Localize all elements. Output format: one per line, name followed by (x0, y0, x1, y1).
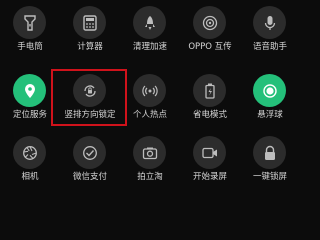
tile-label: 省电模式 (192, 110, 227, 120)
photo-search-icon (142, 145, 158, 161)
tile-flashlight[interactable]: 手电筒 (0, 0, 60, 66)
location-pin-icon (23, 83, 37, 99)
tile-camera[interactable]: 相机 (0, 132, 60, 198)
share-icon (202, 15, 218, 31)
rocket-icon (143, 15, 157, 31)
lock-icon (263, 145, 277, 161)
tile-label: 清理加速 (132, 42, 167, 52)
microphone-icon (263, 15, 277, 31)
quick-settings-grid: 手电筒 计算器 清理加速 OPPO 互传 语音助手 定位服务 竖排方向锁定 个人… (0, 0, 300, 200)
highlight-annotation (51, 69, 127, 126)
tile-oppo-share[interactable]: OPPO 互传 (180, 0, 240, 66)
battery-saver-icon (204, 83, 216, 99)
location-button[interactable] (13, 74, 46, 107)
hotspot-button[interactable] (133, 74, 166, 107)
floating-ball-icon (262, 83, 278, 99)
voice-assistant-button[interactable] (253, 6, 286, 39)
screen-record-icon (201, 146, 218, 160)
tile-label: 拍立淘 (137, 172, 163, 182)
tile-battery-saver[interactable]: 省电模式 (180, 66, 240, 132)
floating-ball-button[interactable] (253, 74, 286, 107)
wechat-pay-button[interactable] (73, 136, 106, 169)
hotspot-icon (141, 83, 158, 99)
tile-calculator[interactable]: 计算器 (60, 0, 120, 66)
camera-aperture-icon (22, 145, 38, 161)
photo-search-button[interactable] (133, 136, 166, 169)
tile-floating-ball[interactable]: 悬浮球 (240, 66, 300, 132)
tile-label: 悬浮球 (257, 110, 283, 120)
tile-label: 相机 (21, 172, 39, 182)
tile-hotspot[interactable]: 个人热点 (120, 66, 180, 132)
tile-voice-assistant[interactable]: 语音助手 (240, 0, 300, 66)
tile-label: 手电筒 (17, 42, 43, 52)
oppo-share-button[interactable] (193, 6, 226, 39)
tile-label: 开始录屏 (192, 172, 227, 182)
tile-label: OPPO 互传 (188, 42, 232, 52)
tile-photo-search[interactable]: 拍立淘 (120, 132, 180, 198)
camera-button[interactable] (13, 136, 46, 169)
tile-label: 一键锁屏 (252, 172, 287, 182)
calculator-button[interactable] (73, 6, 106, 39)
cleanup-button[interactable] (133, 6, 166, 39)
wechat-pay-icon (82, 145, 98, 161)
lock-screen-button[interactable] (253, 136, 286, 169)
tile-label: 计算器 (77, 42, 103, 52)
flashlight-button[interactable] (13, 6, 46, 39)
tile-screen-record[interactable]: 开始录屏 (180, 132, 240, 198)
tile-cleanup[interactable]: 清理加速 (120, 0, 180, 66)
battery-saver-button[interactable] (193, 74, 226, 107)
flashlight-icon (23, 14, 37, 31)
tile-label: 语音助手 (252, 42, 287, 52)
tile-lock-screen[interactable]: 一键锁屏 (240, 132, 300, 198)
tile-wechat-pay[interactable]: 微信支付 (60, 132, 120, 198)
calculator-icon (82, 14, 97, 31)
tile-label: 微信支付 (72, 172, 107, 182)
screen-record-button[interactable] (193, 136, 226, 169)
